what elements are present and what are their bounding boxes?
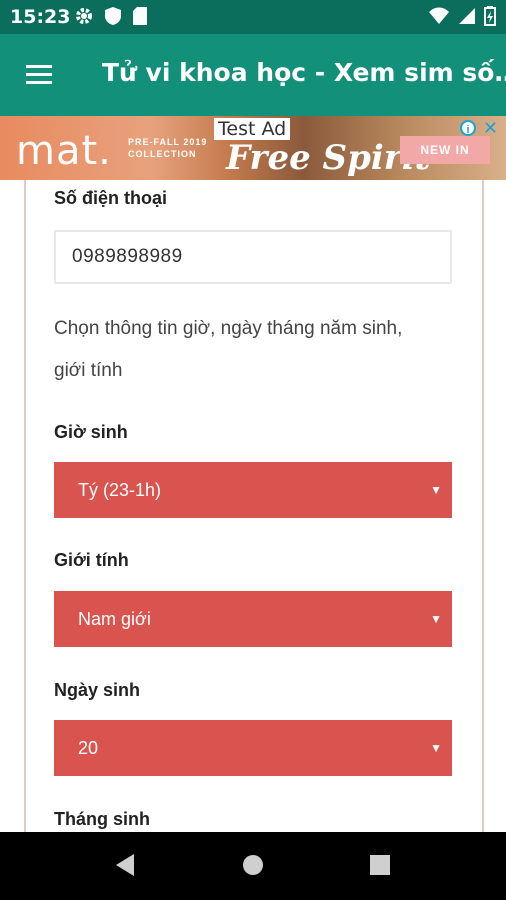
recent-apps-square-icon[interactable] xyxy=(370,855,390,875)
ad-banner[interactable]: mat. PRE-FALL 2019 COLLECTION Free Spiri… xyxy=(0,116,506,180)
wifi-icon xyxy=(428,7,450,30)
dropdown-caret-icon: ▼ xyxy=(430,612,442,626)
birth-day-label: Ngày sinh xyxy=(54,680,141,700)
status-bar: 15:23 xyxy=(0,0,506,34)
form-content: Số điện thoại 0989898989 Chọn thông tin … xyxy=(0,180,506,832)
close-icon[interactable]: ✕ xyxy=(483,118,498,139)
ad-cta-button[interactable]: NEW IN xyxy=(400,136,490,164)
shield-icon xyxy=(104,6,122,31)
gender-label: Giới tính xyxy=(54,550,129,570)
birth-hour-label: Giờ sinh xyxy=(54,422,128,442)
dropdown-caret-icon: ▼ xyxy=(430,483,442,497)
ad-subtitle-line1: PRE-FALL 2019 xyxy=(128,137,208,147)
birth-month-label: Tháng sinh xyxy=(54,809,150,829)
ad-test-label: Test Ad xyxy=(214,118,291,140)
battery-icon xyxy=(484,6,496,31)
gender-value: Nam giới xyxy=(78,609,151,629)
back-triangle-icon[interactable] xyxy=(116,854,134,876)
app-bar: Tử vi khoa học - Xem sim số… xyxy=(0,34,506,116)
gender-select[interactable]: Nam giới ▼ xyxy=(54,591,452,647)
instruction-text: Chọn thông tin giờ, ngày tháng năm sinh,… xyxy=(54,318,403,381)
home-circle-icon[interactable] xyxy=(243,855,263,875)
system-nav-bar xyxy=(0,832,506,900)
phone-label: Số điện thoại xyxy=(54,188,168,208)
info-icon[interactable]: i xyxy=(460,120,476,136)
sd-card-icon xyxy=(132,6,148,31)
dropdown-caret-icon: ▼ xyxy=(430,741,442,755)
birth-hour-value: Tý (23-1h) xyxy=(78,480,162,500)
signal-icon xyxy=(458,7,476,30)
ad-subtitle: PRE-FALL 2019 COLLECTION xyxy=(128,136,207,160)
ad-brand-logo: mat. xyxy=(16,128,112,174)
birth-hour-select[interactable]: Tý (23-1h) ▼ xyxy=(54,462,452,518)
birth-day-select[interactable]: 20 ▼ xyxy=(54,720,452,776)
status-time: 15:23 xyxy=(10,6,71,28)
app-title: Tử vi khoa học - Xem sim số… xyxy=(102,58,506,87)
ad-subtitle-line2: COLLECTION xyxy=(128,149,197,159)
gear-icon xyxy=(74,6,94,31)
phone-input[interactable]: 0989898989 xyxy=(54,230,452,284)
hamburger-menu-icon[interactable] xyxy=(24,60,54,90)
birth-day-value: 20 xyxy=(78,738,99,758)
